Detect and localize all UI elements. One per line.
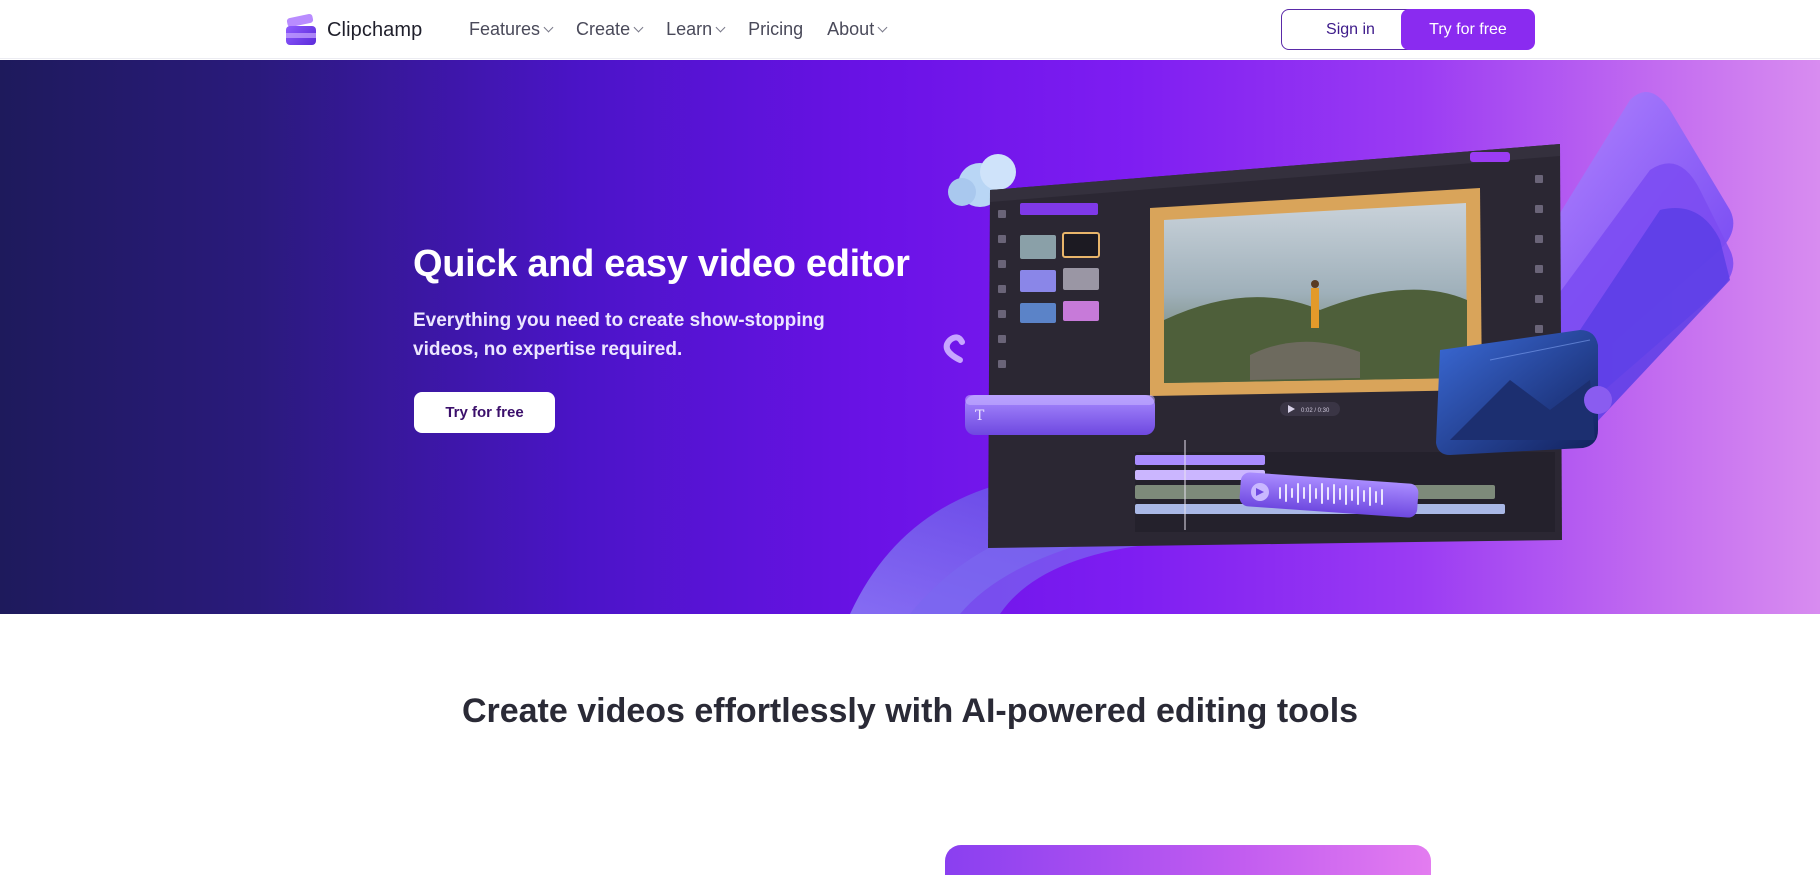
person-figure (1311, 288, 1319, 328)
brand-name: Clipchamp (327, 18, 423, 41)
nav-item-pricing[interactable]: Pricing (748, 19, 803, 40)
nav-label: About (827, 19, 875, 39)
site-header: Clipchamp Features Create Learn Pricing … (0, 0, 1820, 59)
text-icon: T (975, 408, 985, 424)
text-clip-pill: T (965, 395, 1155, 435)
nav-label: Pricing (748, 19, 804, 39)
hero-try-free-button[interactable]: Try for free (414, 392, 555, 433)
sign-in-button[interactable]: Sign in (1281, 9, 1420, 50)
main-nav: Features Create Learn Pricing About (469, 0, 888, 59)
nav-item-about[interactable]: About (827, 19, 888, 40)
chevron-down-icon (543, 22, 554, 33)
hero-title: Quick and easy video editor (413, 243, 910, 285)
brand-logo[interactable]: Clipchamp (285, 13, 423, 46)
chevron-down-icon (877, 22, 888, 33)
features-section-title: Create videos effortlessly with AI-power… (461, 692, 1359, 730)
nav-label: Features (469, 19, 541, 39)
timecode-label: 0:02 / 0:30 (1301, 408, 1330, 414)
nav-item-learn[interactable]: Learn (666, 19, 726, 40)
chevron-down-icon (715, 22, 726, 33)
nav-label: Learn (666, 19, 713, 39)
header-try-free-button[interactable]: Try for free (1401, 9, 1535, 50)
chevron-down-icon (633, 22, 644, 33)
feature-card-preview (945, 845, 1431, 875)
hero-subtitle: Everything you need to create show-stopp… (413, 310, 825, 360)
nav-label: Create (576, 19, 631, 39)
decorative-hook (943, 334, 965, 363)
nav-item-create[interactable]: Create (576, 19, 644, 40)
nav-item-features[interactable]: Features (469, 19, 554, 40)
clipchamp-logo-icon (285, 13, 317, 46)
floating-photo-tile (1436, 330, 1612, 455)
editor-illustration: 0:02 / 0:30 T (850, 92, 1734, 614)
hero-banner: Quick and easy video editor Everything y… (0, 60, 1820, 614)
